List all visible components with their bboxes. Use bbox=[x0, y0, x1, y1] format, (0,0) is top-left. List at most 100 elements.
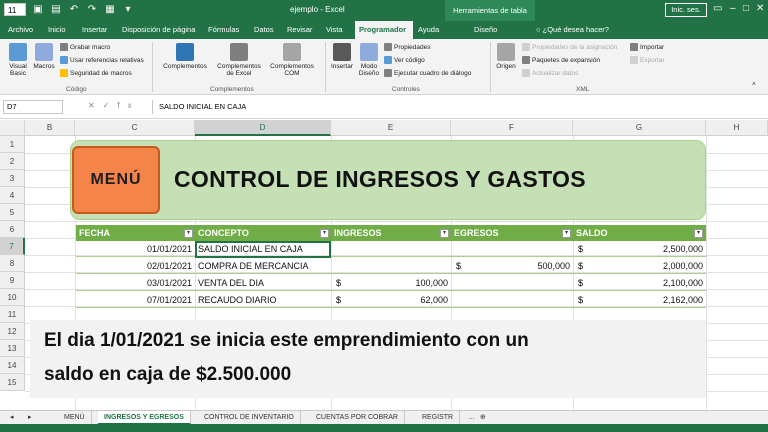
cell-fecha[interactable]: 03/01/2021 bbox=[76, 275, 195, 291]
select-all-corner[interactable] bbox=[0, 120, 25, 136]
column-header-b[interactable]: B bbox=[25, 120, 75, 136]
undo-icon[interactable]: ↶ bbox=[68, 4, 80, 16]
scroll-tabs-left-icon[interactable]: ◂ bbox=[4, 411, 20, 425]
ejecutar-dialogo-button[interactable]: Ejecutar cuadro de diálogo bbox=[384, 69, 471, 77]
filter-dropdown-icon[interactable]: ▾ bbox=[562, 229, 571, 238]
row-header[interactable]: 5 bbox=[0, 204, 25, 221]
origen-button[interactable]: Origen bbox=[493, 43, 519, 70]
complementos-com-button[interactable]: Complementos COM bbox=[266, 43, 318, 77]
exportar-button[interactable]: Exportar bbox=[630, 56, 665, 64]
grabar-macro-button[interactable]: Grabar macro bbox=[60, 43, 110, 51]
tab-inicio[interactable]: Inicio bbox=[44, 21, 70, 39]
cell-concepto[interactable]: COMPRA DE MERCANCIA bbox=[198, 258, 309, 274]
sign-in-button[interactable]: Inic. ses. bbox=[665, 3, 707, 17]
importar-button[interactable]: Importar bbox=[630, 43, 664, 51]
tab-formulas[interactable]: Fórmulas bbox=[204, 21, 243, 39]
row-header[interactable]: 12 bbox=[0, 323, 25, 340]
cell-fecha[interactable]: 02/01/2021 bbox=[76, 258, 195, 274]
ver-codigo-button[interactable]: Ver código bbox=[384, 56, 425, 64]
tab-diseno[interactable]: Diseño bbox=[470, 21, 501, 39]
cell-concepto[interactable]: VENTA DEL DIA bbox=[198, 275, 264, 291]
ribbon-options-icon[interactable]: ▭ bbox=[713, 3, 722, 15]
sheet-tab-control-inventario[interactable]: CONTROL DE INVENTARIO bbox=[198, 411, 301, 425]
filter-dropdown-icon[interactable]: ▾ bbox=[694, 229, 703, 238]
tab-programador[interactable]: Programador bbox=[355, 21, 413, 39]
usar-referencias-button[interactable]: Usar referencias relativas bbox=[60, 56, 144, 64]
close-icon[interactable]: ✕ bbox=[756, 3, 764, 15]
cell-ingresos[interactable]: 62,000 bbox=[331, 292, 451, 308]
seguridad-macros-button[interactable]: Seguridad de macros bbox=[60, 69, 132, 77]
sheet-tab-menu[interactable]: MENÚ bbox=[58, 411, 92, 425]
tab-vista[interactable]: Vista bbox=[322, 21, 347, 39]
column-header-f[interactable]: F bbox=[451, 120, 573, 136]
cell-fecha[interactable]: 07/01/2021 bbox=[76, 292, 195, 308]
filter-dropdown-icon[interactable]: ▾ bbox=[440, 229, 449, 238]
cell-egresos[interactable]: 500,000 bbox=[451, 258, 573, 274]
tab-disposicion[interactable]: Disposición de página bbox=[118, 21, 199, 39]
row-header[interactable]: 7 bbox=[0, 238, 25, 255]
add-sheet-icon[interactable]: ⊕ bbox=[474, 411, 492, 425]
complementos-button[interactable]: Complementos bbox=[156, 43, 214, 70]
visual-basic-button[interactable]: Visual Basic bbox=[4, 43, 32, 77]
sheet-tab-registr[interactable]: REGISTR bbox=[416, 411, 461, 425]
complementos-excel-button[interactable]: Complementos de Excel bbox=[214, 43, 264, 77]
row-header[interactable]: 4 bbox=[0, 187, 25, 204]
cell-saldo[interactable]: 2,500,000 bbox=[573, 241, 706, 257]
cell-saldo[interactable]: 2,100,000 bbox=[573, 275, 706, 291]
filter-dropdown-icon[interactable]: ▾ bbox=[184, 229, 193, 238]
column-header-g[interactable]: G bbox=[573, 120, 706, 136]
function-icon[interactable]: fx bbox=[117, 101, 139, 110]
row-header[interactable]: 15 bbox=[0, 374, 25, 391]
paquetes-expansion-button[interactable]: Paquetes de expansión bbox=[522, 56, 600, 64]
form-icon[interactable]: ▦ bbox=[104, 4, 116, 16]
row-header[interactable]: 6 bbox=[0, 221, 25, 238]
scroll-tabs-right-icon[interactable]: ▸ bbox=[22, 411, 38, 425]
formula-input[interactable]: SALDO INICIAL EN CAJA bbox=[152, 100, 764, 114]
minimize-icon[interactable]: – bbox=[730, 3, 736, 15]
actualizar-datos-button[interactable]: Actualizar datos bbox=[522, 69, 578, 77]
tab-archivo[interactable]: Archivo bbox=[4, 21, 37, 39]
sheet-tab-ingresos-egresos[interactable]: INGRESOS Y EGRESOS bbox=[98, 411, 191, 425]
collapse-ribbon-icon[interactable]: ˄ bbox=[752, 81, 756, 88]
tab-revisar[interactable]: Revisar bbox=[283, 21, 316, 39]
open-icon[interactable]: ▤ bbox=[50, 4, 62, 16]
row-header[interactable]: 8 bbox=[0, 255, 25, 272]
column-header-h[interactable]: H bbox=[706, 120, 768, 136]
row-header[interactable]: 2 bbox=[0, 153, 25, 170]
tell-me-box[interactable]: ○ ¿Qué desea hacer? bbox=[536, 21, 609, 39]
maximize-icon[interactable]: □ bbox=[743, 3, 749, 15]
sheet-tab-cuentas-cobrar[interactable]: CUENTAS POR COBRAR bbox=[310, 411, 405, 425]
row-header[interactable]: 14 bbox=[0, 357, 25, 374]
menu-button[interactable]: MENÚ bbox=[72, 146, 160, 214]
cell-ingresos[interactable]: 100,000 bbox=[331, 275, 451, 291]
cancel-icon[interactable]: ✕ bbox=[88, 101, 103, 110]
macros-button[interactable]: Macros bbox=[30, 43, 58, 70]
cell-saldo[interactable]: 2,162,000 bbox=[573, 292, 706, 308]
tab-datos[interactable]: Datos bbox=[250, 21, 278, 39]
propiedades-asignacion-button[interactable]: Propiedades de la asignación bbox=[522, 43, 617, 51]
cell-saldo[interactable]: 2,000,000 bbox=[573, 258, 706, 274]
name-box[interactable]: D7 bbox=[3, 100, 63, 114]
qat-customize-icon[interactable]: ▾ bbox=[122, 4, 134, 16]
insertar-control-button[interactable]: Insertar bbox=[328, 43, 356, 70]
filter-dropdown-icon[interactable]: ▾ bbox=[320, 229, 329, 238]
row-header[interactable]: 10 bbox=[0, 289, 25, 306]
cell-fecha[interactable]: 01/01/2021 bbox=[76, 241, 195, 257]
modo-diseno-button[interactable]: Modo Diseño bbox=[356, 43, 382, 77]
tab-ayuda[interactable]: Ayuda bbox=[414, 21, 443, 39]
column-header-d[interactable]: D bbox=[195, 120, 331, 136]
row-header[interactable]: 13 bbox=[0, 340, 25, 357]
column-header-e[interactable]: E bbox=[331, 120, 451, 136]
enter-icon[interactable]: ✓ bbox=[103, 101, 118, 110]
propiedades-button[interactable]: Propiedades bbox=[384, 43, 431, 51]
save-icon[interactable]: ▣ bbox=[32, 4, 44, 16]
redo-icon[interactable]: ↷ bbox=[86, 4, 98, 16]
row-header[interactable]: 1 bbox=[0, 136, 25, 153]
row-header[interactable]: 11 bbox=[0, 306, 25, 323]
row-header[interactable]: 3 bbox=[0, 170, 25, 187]
qat-number-box[interactable]: 11 bbox=[4, 3, 26, 16]
column-header-c[interactable]: C bbox=[75, 120, 195, 136]
cell-concepto[interactable]: RECAUDO DIARIO bbox=[198, 292, 277, 308]
tab-insertar[interactable]: Insertar bbox=[78, 21, 111, 39]
row-header[interactable]: 9 bbox=[0, 272, 25, 289]
